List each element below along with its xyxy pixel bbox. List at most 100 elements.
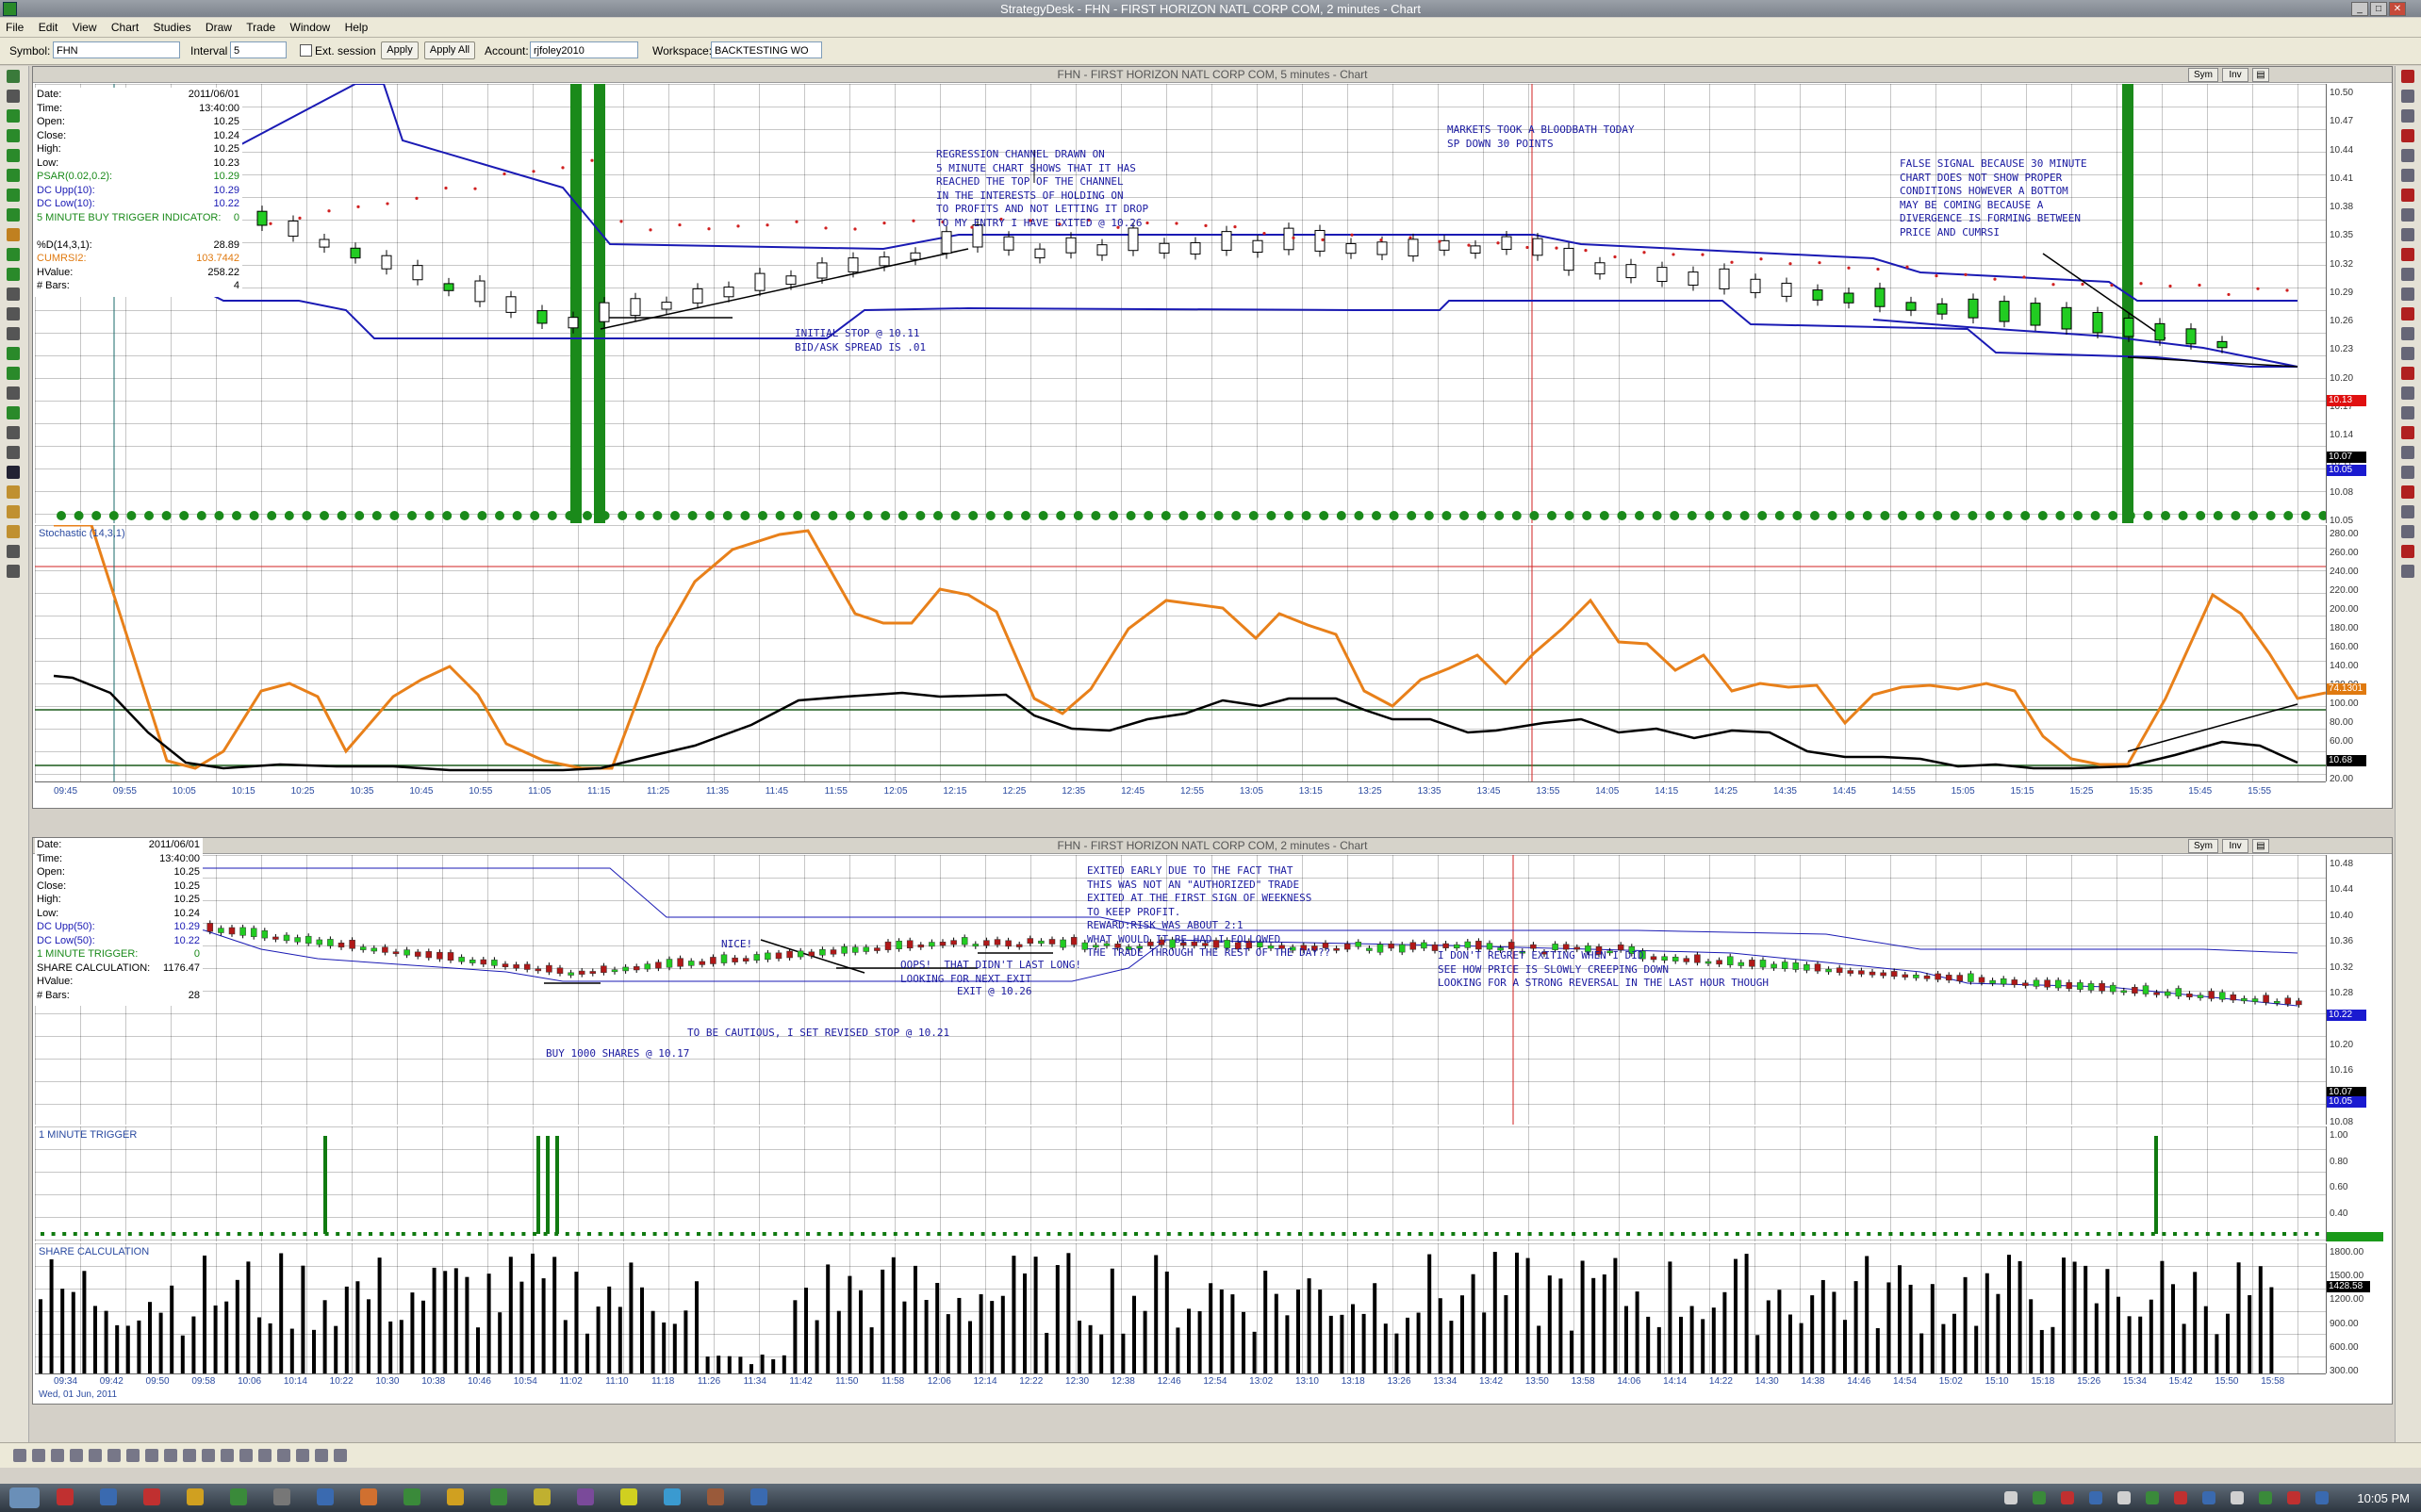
taskbar-app-icon[interactable] [447,1488,464,1505]
tool-icon[interactable] [7,109,20,123]
tool-icon[interactable] [7,169,20,182]
menu-draw[interactable]: Draw [200,18,238,34]
menu-window[interactable]: Window [285,18,337,34]
taskbar-app-icon[interactable] [187,1488,204,1505]
taskbar-app-icon[interactable] [230,1488,247,1505]
bottom-tool-icon[interactable] [277,1449,290,1462]
tool-icon[interactable] [7,347,20,360]
apply-button[interactable]: Apply [381,41,419,59]
tool-icon[interactable] [7,307,20,320]
stochastic-pane[interactable]: Stochastic (14,3,1) [35,525,2326,781]
tool-icon[interactable] [7,545,20,558]
taskbar-app-icon[interactable] [273,1488,290,1505]
tool-icon[interactable] [7,426,20,439]
taskbar-app-icon[interactable] [490,1488,507,1505]
account-select[interactable]: rjfoley2010 [530,41,638,58]
taskbar-app-icon[interactable] [317,1488,334,1505]
taskbar-app-icon[interactable] [57,1488,74,1505]
chart-5min-menu-icon[interactable]: ▤ [2252,68,2269,82]
drawing-tool-icon[interactable] [2401,367,2414,380]
tray-icon[interactable] [2117,1491,2131,1504]
tray-icon[interactable] [2061,1491,2074,1504]
ext-session-checkbox[interactable] [300,44,312,57]
drawing-tool-icon[interactable] [2401,129,2414,142]
tool-icon[interactable] [7,565,20,578]
tray-icon[interactable] [2231,1491,2244,1504]
apply-all-button[interactable]: Apply All [424,41,475,59]
tray-icon[interactable] [2146,1491,2159,1504]
tool-icon[interactable] [7,288,20,301]
taskbar-app-icon[interactable] [143,1488,160,1505]
taskbar-app-icon[interactable] [707,1488,724,1505]
tray-icon[interactable] [2004,1491,2018,1504]
taskbar-app-icon[interactable] [664,1488,681,1505]
bottom-tool-icon[interactable] [296,1449,309,1462]
menu-trade[interactable]: Trade [240,18,281,34]
tool-icon[interactable] [7,70,20,83]
drawing-tool-icon[interactable] [2401,189,2414,202]
drawing-tool-icon[interactable] [2401,565,2414,578]
taskbar-app-icon[interactable] [750,1488,767,1505]
tool-icon[interactable] [7,386,20,400]
drawing-tool-icon[interactable] [2401,90,2414,103]
workspace-select[interactable]: BACKTESTING WO [711,41,822,58]
drawing-tool-icon[interactable] [2401,426,2414,439]
bottom-tool-icon[interactable] [221,1449,234,1462]
drawing-tool-icon[interactable] [2401,505,2414,518]
bottom-tool-icon[interactable] [13,1449,26,1462]
bottom-tool-icon[interactable] [32,1449,45,1462]
tool-icon[interactable] [7,525,20,538]
drawing-tool-icon[interactable] [2401,268,2414,281]
tool-icon[interactable] [7,367,20,380]
tray-icon[interactable] [2089,1491,2102,1504]
close-button[interactable]: ✕ [2389,2,2406,16]
menu-view[interactable]: View [67,18,103,34]
tool-icon[interactable] [7,149,20,162]
taskbar-app-icon[interactable] [100,1488,117,1505]
tray-icon[interactable] [2259,1491,2272,1504]
bottom-tool-icon[interactable] [145,1449,158,1462]
start-button-icon[interactable] [9,1487,40,1508]
menu-file[interactable]: File [0,18,29,34]
drawing-tool-icon[interactable] [2401,149,2414,162]
share-calc-pane[interactable]: SHARE CALCULATION [35,1243,2326,1373]
drawing-tool-icon[interactable] [2401,288,2414,301]
taskbar-app-icon[interactable] [404,1488,420,1505]
menu-help[interactable]: Help [339,18,374,34]
tool-icon[interactable] [7,327,20,340]
drawing-tool-icon[interactable] [2401,248,2414,261]
bottom-tool-icon[interactable] [164,1449,177,1462]
sym-button[interactable]: Sym [2188,68,2218,82]
tool-icon[interactable] [7,485,20,499]
tray-icon[interactable] [2315,1491,2329,1504]
tool-icon[interactable] [7,446,20,459]
tool-icon[interactable] [7,90,20,103]
tool-icon[interactable] [7,466,20,479]
tray-icon[interactable] [2202,1491,2215,1504]
trigger-pane[interactable]: 1 MINUTE TRIGGER [35,1126,2326,1241]
tool-icon[interactable] [7,189,20,202]
drawing-tool-icon[interactable] [2401,446,2414,459]
minimize-button[interactable]: _ [2351,2,2368,16]
symbol-input[interactable]: FHN [53,41,180,58]
menu-studies[interactable]: Studies [148,18,197,34]
bottom-tool-icon[interactable] [126,1449,140,1462]
drawing-tool-icon[interactable] [2401,109,2414,123]
bottom-tool-icon[interactable] [51,1449,64,1462]
taskbar-app-icon[interactable] [577,1488,594,1505]
drawing-tool-icon[interactable] [2401,70,2414,83]
drawing-tool-icon[interactable] [2401,208,2414,222]
menu-chart[interactable]: Chart [106,18,144,34]
drawing-tool-icon[interactable] [2401,347,2414,360]
bottom-tool-icon[interactable] [258,1449,272,1462]
tray-icon[interactable] [2287,1491,2300,1504]
drawing-tool-icon[interactable] [2401,466,2414,479]
bottom-tool-icon[interactable] [202,1449,215,1462]
inv-button-2min[interactable]: Inv [2222,839,2248,853]
taskbar-app-icon[interactable] [534,1488,551,1505]
sym-button-2min[interactable]: Sym [2188,839,2218,853]
tool-icon[interactable] [7,129,20,142]
drawing-tool-icon[interactable] [2401,307,2414,320]
bottom-tool-icon[interactable] [315,1449,328,1462]
tool-icon[interactable] [7,406,20,419]
